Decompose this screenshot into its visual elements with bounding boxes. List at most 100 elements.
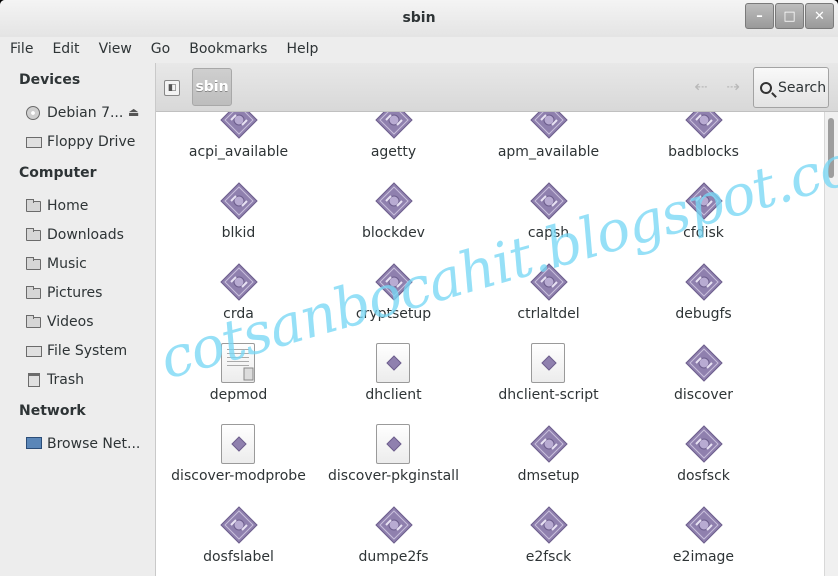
sidebar-item-label: Downloads [47,227,124,243]
disc-icon [26,106,42,120]
file-name: dmsetup [517,468,580,484]
sidebar-item-label: Pictures [47,285,103,301]
sidebar-item-home[interactable]: Home [26,194,151,218]
minimize-icon: – [756,8,763,24]
executable-icon [684,262,724,302]
file-item[interactable]: e2fsck [471,505,626,565]
sidebar-item-label: File System [47,343,128,359]
file-item[interactable]: cryptsetup [316,262,471,322]
search-button[interactable]: Search [753,67,829,108]
places-sidebar: Devices Debian 7... ⏏ Floppy Drive Compu… [0,63,156,576]
file-name: blkid [221,225,256,241]
executable-icon [684,343,724,383]
computer-header: Computer [19,165,97,181]
menu-file[interactable]: File [0,37,42,63]
back-arrow-icon[interactable]: ⇠ [690,76,712,98]
file-item[interactable]: blockdev [316,181,471,241]
file-item[interactable]: crda [161,262,316,322]
scrollbar-thumb[interactable] [828,118,834,178]
sidebar-item-music[interactable]: Music [26,252,151,276]
file-item[interactable]: blkid [161,181,316,241]
executable-icon [374,112,414,140]
file-item[interactable]: capsh [471,181,626,241]
menu-help[interactable]: Help [276,37,327,63]
sidebar-item-pictures[interactable]: Pictures [26,281,151,305]
file-item[interactable]: depmod [161,343,316,403]
sidebar-item-label: Browse Net... [47,436,141,452]
trash-icon [26,373,42,387]
file-item[interactable]: cfdisk [626,181,781,241]
file-name: crda [223,306,254,322]
toggle-location-icon[interactable]: ◧ [164,80,180,96]
sidebar-item-label: Music [47,256,87,272]
sidebar-item-videos[interactable]: Videos [26,310,151,334]
script-file-icon [529,343,569,383]
file-item[interactable]: apm_available [471,112,626,160]
file-item[interactable]: dumpe2fs [316,505,471,565]
file-name: capsh [527,225,570,241]
location-toolbar: ◧ sbin ⇠ ⇢ Search [156,63,838,112]
vertical-scrollbar[interactable] [824,112,838,576]
sidebar-item-label: Home [47,198,89,214]
file-item[interactable]: debugfs [626,262,781,322]
drive-icon [26,135,42,149]
executable-icon [529,262,569,302]
file-item[interactable]: discover [626,343,781,403]
drive-icon [26,344,42,358]
executable-icon [684,505,724,545]
file-name: dosfslabel [203,549,274,565]
network-header: Network [19,403,86,419]
title-bar[interactable]: sbin – □ ✕ [0,0,838,37]
executable-icon [219,505,259,545]
file-item[interactable]: discover-modprobe [161,424,316,484]
file-name: dhclient-script [498,387,599,403]
network-icon [26,437,42,451]
sidebar-item-floppy[interactable]: Floppy Drive [26,130,151,154]
file-item[interactable]: dosfslabel [161,505,316,565]
search-label: Search [778,79,827,96]
file-name: agetty [370,144,417,160]
menu-view[interactable]: View [89,37,141,63]
search-icon [760,81,772,94]
file-item[interactable]: acpi_available [161,112,316,160]
file-name: e2image [672,549,735,565]
close-button[interactable]: ✕ [805,3,834,29]
sidebar-item-filesystem[interactable]: File System [26,339,151,363]
script-file-icon [374,424,414,464]
maximize-icon: □ [783,8,796,24]
maximize-button[interactable]: □ [775,3,804,29]
file-item[interactable]: discover-pkginstall [316,424,471,484]
sidebar-item-label: Floppy Drive [47,134,136,150]
window-title: sbin [402,10,436,26]
menu-bookmarks[interactable]: Bookmarks [179,37,276,63]
folder-icon [26,257,42,271]
file-name: ctrlaltdel [517,306,580,322]
file-item[interactable]: dosfsck [626,424,781,484]
file-name: discover-modprobe [171,468,306,484]
file-item[interactable]: dhclient-script [471,343,626,403]
sidebar-item-downloads[interactable]: Downloads [26,223,151,247]
sidebar-item-browse-network[interactable]: Browse Net... [26,432,151,456]
folder-icon [26,199,42,213]
file-item[interactable]: e2image [626,505,781,565]
file-item[interactable]: dmsetup [471,424,626,484]
breadcrumb-sbin[interactable]: sbin [192,68,232,106]
file-name: apm_available [497,144,600,160]
sidebar-item-label: Videos [47,314,94,330]
eject-icon[interactable]: ⏏ [128,105,142,119]
forward-arrow-icon[interactable]: ⇢ [722,76,744,98]
file-name: e2fsck [525,549,572,565]
file-item[interactable]: agetty [316,112,471,160]
file-item[interactable]: ctrlaltdel [471,262,626,322]
minimize-button[interactable]: – [745,3,774,29]
sidebar-item-trash[interactable]: Trash [26,368,151,392]
executable-icon [374,505,414,545]
file-name: blockdev [362,225,425,241]
folder-icon [26,228,42,242]
menu-go[interactable]: Go [141,37,179,63]
menu-edit[interactable]: Edit [42,37,88,63]
sidebar-item-label: Debian 7... [47,105,124,121]
file-item[interactable]: dhclient [316,343,471,403]
executable-icon [684,424,724,464]
file-item[interactable]: badblocks [626,112,781,160]
